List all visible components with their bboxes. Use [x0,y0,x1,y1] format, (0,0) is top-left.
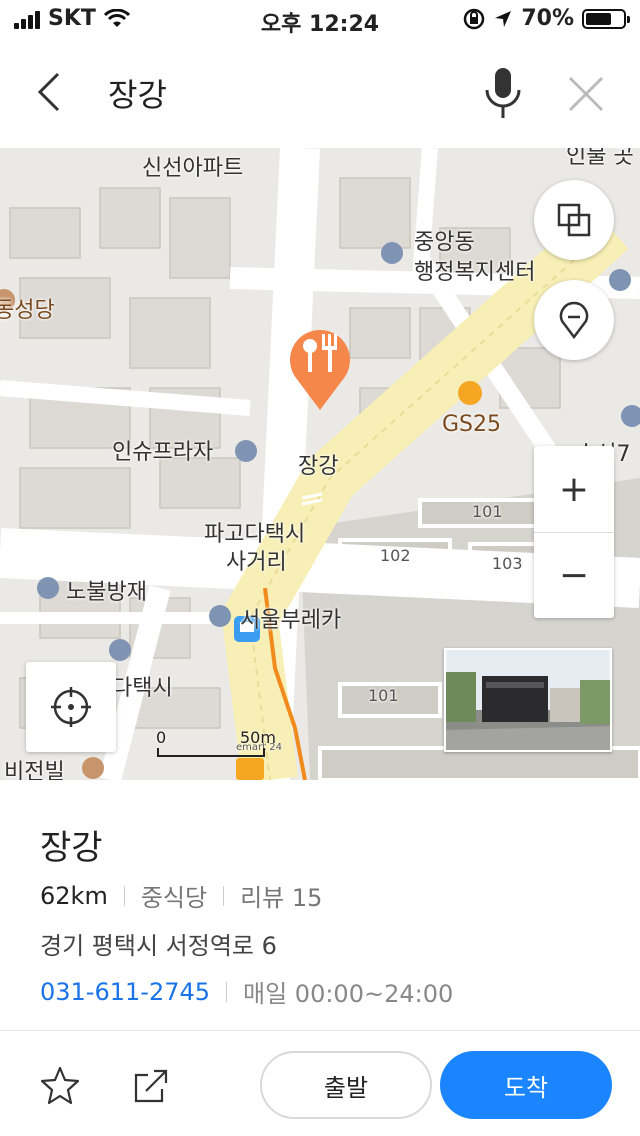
place-meta: 62km 중식당 리뷰 15 [40,878,322,913]
label-dataxi: 다택시 [112,676,173,701]
street-view-photo [446,650,610,750]
zoom-out-button[interactable]: − [534,532,614,618]
label-admin-center-line2: 행정복지센터 [414,260,536,285]
depart-button[interactable]: 출발 [260,1051,432,1119]
meta-divider [223,885,225,906]
star-icon[interactable] [40,1065,80,1105]
crosshair-icon [51,687,91,727]
status-right: 70% [463,6,630,31]
label-insu-plaza: 인슈프라자 [112,440,214,465]
label-corner-top-right: 인물 곳 [566,148,634,169]
label-building-101-bottom: 101 [368,686,399,705]
street-view-thumbnail[interactable] [444,648,612,752]
place-category: 중식당 [140,884,208,912]
rotation-lock-icon [464,8,485,29]
label-building-102: 102 [380,546,411,565]
label-gs25: GS25 [442,412,502,437]
close-icon[interactable] [564,72,608,116]
place-name: 장강 [40,828,103,868]
place-contact: 031-611-2745 매일 00:00~24:00 [40,974,453,1009]
battery-percent: 70% [521,6,574,31]
location-pin-button[interactable] [534,280,614,360]
battery-icon [582,8,630,29]
zoom-controls: + − [534,446,614,618]
label-church: 동성당 [0,298,55,323]
meta-divider [123,885,125,906]
current-location-button[interactable] [26,662,116,752]
label-taxi-line2: 사거리 [226,550,287,575]
place-distance: 62km [40,881,108,910]
place-hours: 매일 00:00~24:00 [243,980,454,1008]
scale-bar [157,748,265,757]
place-address: 경기 평택시 서정역로 6 [40,932,277,960]
label-bijeonbil: 비전빌 [4,760,65,780]
label-apartment: 신선아파트 [142,156,244,181]
restaurant-marker-icon[interactable] [282,316,358,412]
zoom-in-button[interactable]: + [534,446,614,532]
bottom-action-bar: 출발 도착 [0,1030,640,1136]
contact-divider [226,981,228,1002]
map-scale: 0 50m [156,728,276,758]
label-nobul: 노불방재 [66,580,147,605]
status-bar: SKT 오후 12:24 70% [0,0,640,40]
back-arrow-icon[interactable] [28,70,72,114]
place-phone-link[interactable]: 031-611-2745 [40,978,210,1006]
location-pin-icon [559,301,589,339]
place-info-panel[interactable]: 장강 62km 중식당 리뷰 15 경기 평택시 서정역로 6 031-611-… [0,780,640,1030]
search-header: 장강 [0,40,640,148]
microphone-icon[interactable] [478,66,528,122]
map-view[interactable]: 신선아파트 인물 곳 중앙동 행정복지센터 동성당 GS25 인슈프라자 장강 … [0,148,640,780]
battery-fill [586,12,612,25]
share-icon[interactable] [132,1065,172,1105]
search-query[interactable]: 장강 [108,70,167,116]
label-place-name: 장강 [298,454,339,479]
layers-button[interactable] [534,180,614,260]
label-building-101-top: 101 [472,502,503,521]
place-reviews[interactable]: 리뷰 15 [240,878,322,913]
location-arrow-icon [495,10,512,27]
label-seoul-bureka: 서울부레카 [240,608,342,633]
label-building-103: 103 [492,554,523,573]
label-admin-center-line1: 중앙동 [414,230,475,255]
arrive-button[interactable]: 도착 [440,1051,612,1119]
layers-icon [557,203,591,237]
